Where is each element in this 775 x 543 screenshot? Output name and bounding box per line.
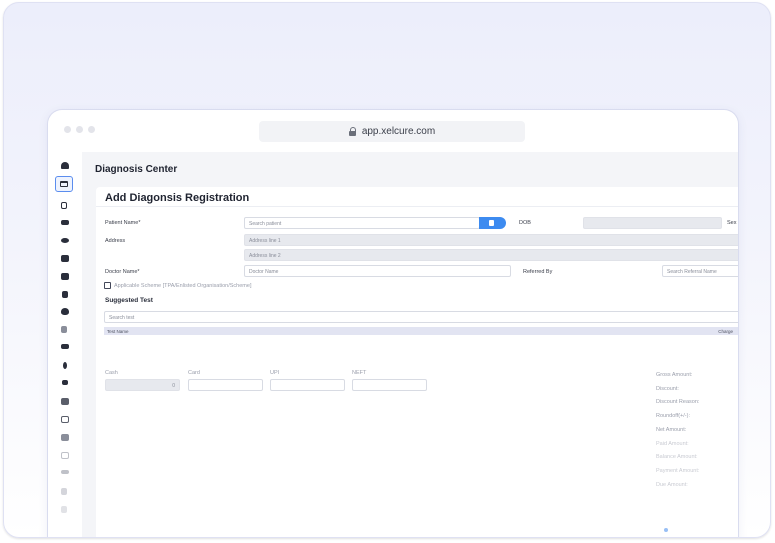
database-icon[interactable] bbox=[61, 434, 69, 441]
scissors-icon[interactable] bbox=[61, 326, 67, 333]
balance-amount-label: Balance Amount: bbox=[656, 454, 698, 460]
registration-panel: Add Diagonsis Registration Patient Name*… bbox=[96, 187, 738, 537]
camera-icon[interactable] bbox=[61, 273, 69, 280]
neft-label: NEFT bbox=[352, 370, 367, 376]
patient-name-label: Patient Name* bbox=[105, 220, 141, 226]
payment-amount-label: Payment Amount: bbox=[656, 468, 700, 474]
neft-input[interactable] bbox=[352, 379, 427, 391]
minimize-dot[interactable] bbox=[76, 126, 83, 133]
id-card-icon[interactable] bbox=[61, 255, 69, 262]
cash-input[interactable]: 0 bbox=[105, 379, 180, 391]
doctor-name-input[interactable]: Doctor Name bbox=[244, 265, 511, 277]
address-line2-input[interactable]: Address line 2 bbox=[244, 249, 738, 261]
heart-icon[interactable] bbox=[61, 308, 69, 315]
referral-search-input[interactable]: Search Referral Name bbox=[662, 265, 738, 277]
list-icon[interactable] bbox=[61, 470, 69, 474]
title-divider bbox=[96, 206, 738, 207]
th-test-name: Test Name bbox=[107, 329, 129, 334]
scheme-checkbox[interactable] bbox=[104, 282, 111, 289]
search-icon bbox=[489, 220, 494, 226]
browser-window: app.xelcure.com Diagnosis Center Add Dia… bbox=[48, 110, 738, 537]
card-icon[interactable] bbox=[61, 452, 69, 459]
undo-icon[interactable] bbox=[61, 488, 67, 495]
pin-icon[interactable] bbox=[63, 362, 67, 369]
lock-icon bbox=[348, 127, 357, 136]
upi-input[interactable] bbox=[270, 379, 345, 391]
suggested-test-title: Suggested Test bbox=[105, 297, 153, 304]
address-label: Address bbox=[105, 238, 126, 244]
due-amount-label: Due Amount: bbox=[656, 482, 688, 488]
grid-icon[interactable] bbox=[61, 416, 69, 423]
sidebar bbox=[48, 152, 82, 537]
test-table-header: Test Name Charge bbox=[104, 327, 738, 335]
main-content: Add Diagonsis Registration Patient Name*… bbox=[82, 186, 738, 537]
scheme-label: Applicable Scheme [TPA/Enlisted Organisa… bbox=[114, 283, 252, 289]
discount-reason-label: Discount Reason: bbox=[656, 399, 700, 405]
address-line1-input[interactable]: Address line 1 bbox=[244, 234, 738, 246]
paid-amount-label: Paid Amount: bbox=[656, 441, 689, 447]
bed-icon[interactable] bbox=[61, 220, 69, 225]
monitor-icon bbox=[60, 181, 68, 187]
indicator-dot bbox=[664, 528, 668, 532]
page-background: app.xelcure.com Diagnosis Center Add Dia… bbox=[3, 2, 771, 538]
page-title: Diagnosis Center bbox=[95, 164, 178, 175]
sidebar-item-diagnosis[interactable] bbox=[55, 176, 73, 192]
card-input[interactable] bbox=[188, 379, 263, 391]
dob-label: DOB bbox=[519, 220, 531, 226]
check-icon[interactable] bbox=[61, 506, 67, 513]
eye-icon[interactable] bbox=[61, 238, 69, 243]
maximize-dot[interactable] bbox=[88, 126, 95, 133]
gross-amount-label: Gross Amount: bbox=[656, 372, 693, 378]
cash-label: Cash bbox=[105, 370, 118, 376]
close-dot[interactable] bbox=[64, 126, 71, 133]
upi-label: UPI bbox=[270, 370, 280, 376]
copy-icon[interactable] bbox=[61, 202, 67, 209]
referred-by-label: Referred By bbox=[523, 269, 553, 275]
drip-icon[interactable] bbox=[62, 380, 68, 385]
discount-label: Discount: bbox=[656, 386, 679, 392]
roundoff-label: Roundoff(+/-): bbox=[656, 413, 690, 419]
th-charge: Charge bbox=[718, 329, 733, 334]
dob-input[interactable] bbox=[583, 217, 722, 229]
patient-search-input[interactable]: Search patient bbox=[244, 217, 480, 229]
window-controls bbox=[64, 126, 95, 133]
top-header: Diagnosis Center bbox=[82, 152, 738, 186]
search-test-input[interactable]: Search test bbox=[104, 311, 738, 323]
form-title: Add Diagonsis Registration bbox=[105, 192, 250, 204]
home-icon[interactable] bbox=[61, 162, 69, 169]
printer-icon[interactable] bbox=[61, 398, 69, 405]
bed-alt-icon[interactable] bbox=[61, 344, 69, 349]
sex-label: Sex bbox=[727, 220, 737, 226]
address-bar[interactable]: app.xelcure.com bbox=[259, 121, 525, 142]
doctor-name-label: Doctor Name* bbox=[105, 269, 140, 275]
url-text: app.xelcure.com bbox=[361, 126, 436, 137]
user-icon[interactable] bbox=[62, 291, 68, 298]
net-amount-label: Net Amount: bbox=[656, 427, 687, 433]
patient-search-button[interactable] bbox=[479, 217, 506, 229]
card-label: Card bbox=[188, 370, 200, 376]
